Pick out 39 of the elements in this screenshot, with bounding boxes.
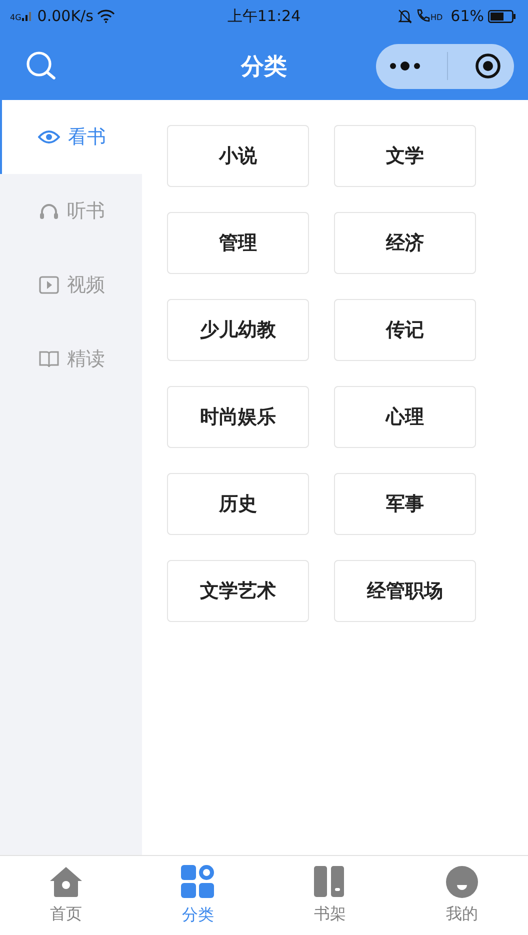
signal-icon: [22, 11, 34, 21]
category-button[interactable]: 时尚娱乐: [167, 386, 309, 448]
network-speed: 0.00K/s: [37, 7, 94, 25]
hd-label: HD: [430, 13, 443, 22]
smiley-icon: [446, 866, 478, 898]
status-time: 上午11:24: [227, 6, 301, 26]
category-button[interactable]: 小说: [167, 125, 309, 187]
category-button[interactable]: 管理: [167, 212, 309, 274]
mute-bell-icon: [398, 8, 412, 24]
category-button[interactable]: 经济: [334, 212, 476, 274]
battery-percent: 61%: [450, 7, 484, 25]
category-button[interactable]: 少儿幼教: [167, 299, 309, 361]
tab-item[interactable]: 分类: [132, 856, 264, 935]
phone-icon: [416, 9, 430, 23]
page-title: 分类: [241, 52, 287, 82]
search-icon[interactable]: [26, 51, 58, 81]
tab-item[interactable]: 首页: [0, 856, 132, 935]
tab-item[interactable]: 我的: [396, 856, 528, 935]
category-button[interactable]: 文学: [334, 125, 476, 187]
house-icon: [49, 866, 83, 898]
more-icon[interactable]: [389, 61, 422, 71]
category-button[interactable]: 文学艺术: [167, 560, 309, 622]
shelf-icon: [314, 866, 346, 898]
play-icon: [39, 276, 59, 294]
wifi-icon: [97, 9, 116, 23]
category-button[interactable]: 军事: [334, 473, 476, 535]
grid-icon: [181, 865, 215, 899]
sidebar-item[interactable]: 看书: [0, 100, 142, 174]
headphones-icon: [39, 203, 59, 219]
close-target-icon[interactable]: [474, 53, 501, 79]
category-button[interactable]: 传记: [334, 299, 476, 361]
book-icon: [39, 350, 59, 368]
category-button[interactable]: 经管职场: [334, 560, 476, 622]
eye-icon: [38, 130, 60, 144]
network-label: 4G: [10, 13, 22, 22]
category-button[interactable]: 心理: [334, 386, 476, 448]
category-button[interactable]: 历史: [167, 473, 309, 535]
battery-icon: [488, 10, 516, 22]
tab-item[interactable]: 书架: [264, 856, 396, 935]
